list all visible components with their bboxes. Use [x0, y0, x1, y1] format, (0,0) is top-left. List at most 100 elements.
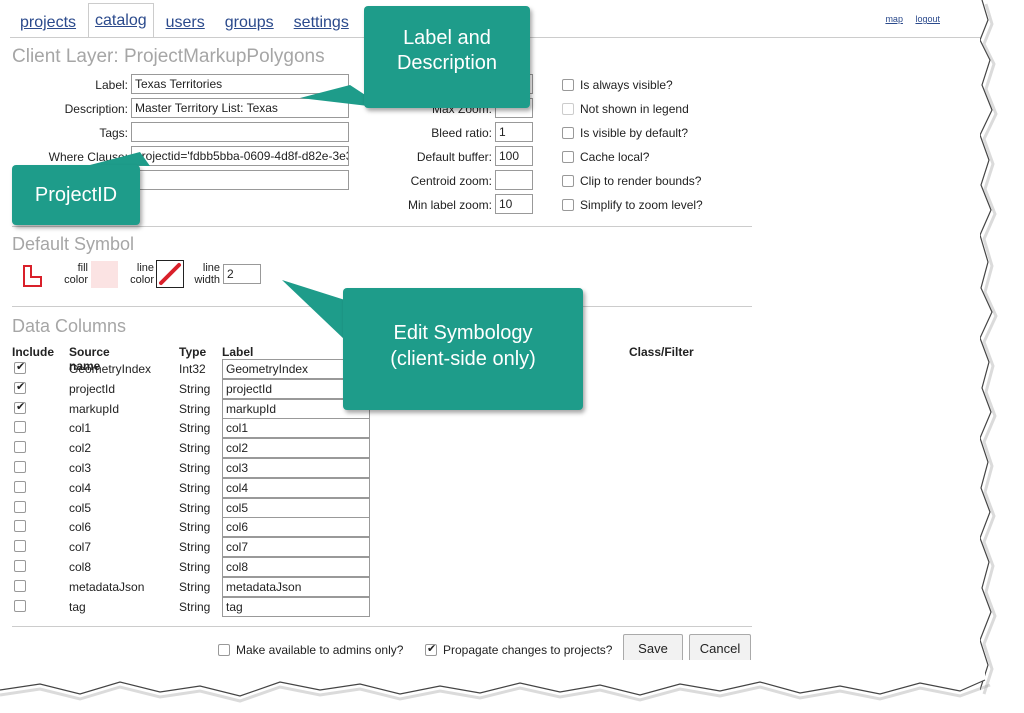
include-checkbox[interactable] [14, 560, 26, 572]
save-button[interactable]: Save [623, 634, 683, 662]
column-label-input[interactable]: col5 [222, 497, 370, 518]
map-link[interactable]: map [885, 14, 903, 24]
include-checkbox[interactable] [14, 461, 26, 473]
column-type: String [179, 599, 211, 614]
page-title: Client Layer: ProjectMarkupPolygons [12, 46, 325, 67]
column-type: String [179, 540, 211, 555]
bleed-ratio-label: Bleed ratio: [431, 126, 492, 140]
centroid-zoom-label: Centroid zoom: [410, 174, 492, 188]
option-label: Clip to render bounds? [580, 174, 702, 188]
centroid-zoom-input[interactable] [495, 170, 533, 190]
callout-text: ProjectID [34, 184, 118, 206]
tab-groups[interactable]: groups [223, 6, 276, 38]
include-checkbox[interactable] [14, 360, 26, 374]
tab-users[interactable]: users [164, 6, 207, 38]
propagate-checkbox[interactable] [425, 642, 437, 656]
logout-link[interactable]: logout [915, 14, 940, 24]
option-label: Is always visible? [580, 78, 673, 92]
include-checkbox[interactable] [14, 480, 26, 493]
column-type: String [179, 500, 211, 515]
option-checkbox[interactable] [562, 79, 574, 91]
default-buffer-input[interactable]: 100 [495, 146, 533, 166]
option-label: Not shown in legend [580, 102, 689, 116]
column-type: String [179, 441, 211, 456]
include-checkbox[interactable] [14, 579, 26, 592]
option-row[interactable]: Simplify to zoom level? [562, 198, 703, 212]
column-label-input[interactable]: col6 [222, 517, 370, 538]
admins-only-checkbox[interactable] [218, 644, 230, 656]
label-description-callout: Label and Description [364, 6, 530, 108]
column-label-input[interactable]: col1 [222, 418, 370, 439]
polygon-symbol-icon [23, 265, 42, 287]
table-row: col5 String col5 [12, 497, 392, 518]
cancel-button[interactable]: Cancel [689, 634, 751, 662]
option-row[interactable]: Clip to render bounds? [562, 174, 701, 188]
column-label-input[interactable]: col7 [222, 537, 370, 558]
column-type: String [179, 560, 211, 574]
line-color-label-line1: line [136, 262, 154, 274]
column-label-input[interactable]: col3 [222, 458, 370, 478]
label-input[interactable]: Texas Territories [131, 74, 349, 94]
admins-only-option[interactable]: Make available to admins only? [218, 643, 403, 657]
min-label-zoom-input[interactable]: 10 [495, 194, 533, 214]
fill-color-label-line2: color [64, 274, 88, 286]
torn-edge-bottom [0, 660, 991, 703]
include-checkbox[interactable] [14, 421, 26, 434]
line-color-swatch[interactable] [156, 260, 184, 288]
line-width-label: line width [186, 262, 220, 286]
option-row[interactable]: Is always visible? [562, 78, 673, 92]
tab-settings[interactable]: settings [292, 6, 351, 38]
line-width-label-line2: width [194, 274, 220, 286]
column-label-input[interactable]: metadataJson [222, 576, 370, 597]
option-row[interactable]: Cache local? [562, 150, 649, 164]
tab-projects[interactable]: projects [18, 6, 78, 38]
table-row: markupIdStringmarkupId [12, 398, 392, 419]
include-checkbox[interactable] [14, 441, 26, 454]
option-checkbox[interactable] [562, 151, 574, 163]
option-row[interactable]: Not shown in legend [562, 102, 689, 116]
top-nav: projectscatalogusersgroupssettingsl [10, 0, 382, 38]
description-input[interactable]: Master Territory List: Texas [131, 98, 349, 118]
bleed-ratio-input[interactable]: 1 [495, 122, 533, 142]
table-row: col1 String col1 [12, 418, 392, 439]
table-row: col7 String col7 [12, 537, 392, 558]
option-checkbox[interactable] [562, 127, 574, 139]
source-name: col5 [69, 500, 92, 515]
tags-input[interactable] [131, 122, 349, 142]
column-label-input[interactable]: col8 [222, 557, 370, 577]
table-row: col2 String col2 [12, 438, 392, 459]
column-label-input[interactable]: tag [222, 596, 370, 617]
include-checkbox[interactable] [14, 599, 26, 612]
propagate-label: Propagate changes to projects? [443, 643, 613, 657]
option-label: Simplify to zoom level? [580, 198, 703, 212]
fill-color-label: fill color [50, 262, 88, 286]
option-row[interactable]: Is visible by default? [562, 126, 688, 140]
label-field-label: Label: [95, 78, 128, 92]
source-name: col4 [69, 480, 92, 495]
col-header-type: Type [179, 345, 207, 359]
include-checkbox[interactable] [14, 540, 26, 553]
col-header-label: Label [222, 345, 254, 359]
column-type: String [179, 381, 211, 396]
option-checkbox[interactable] [562, 199, 574, 211]
column-label-input[interactable]: col4 [222, 477, 370, 498]
col-header-class-filter: Class/Filter [629, 345, 694, 359]
callout-text: Edit Symbology [393, 322, 533, 344]
propagate-option[interactable]: Propagate changes to projects? [425, 642, 613, 657]
line-width-input[interactable]: 2 [223, 264, 261, 284]
column-label-input[interactable]: col2 [222, 438, 370, 459]
column-type: String [179, 461, 211, 475]
where-clause-input[interactable]: projectid='fdbb5bba-0609-4d8f-d82e-3e3 [131, 146, 349, 166]
include-checkbox[interactable] [14, 380, 26, 394]
include-checkbox[interactable] [14, 500, 26, 513]
extra-input[interactable] [131, 170, 349, 190]
option-checkbox[interactable] [562, 175, 574, 187]
include-checkbox[interactable] [14, 520, 26, 533]
tab-catalog[interactable]: catalog [88, 3, 154, 38]
default-symbol-heading: Default Symbol [12, 234, 135, 254]
fill-color-swatch[interactable] [91, 261, 118, 288]
include-checkbox[interactable] [14, 400, 26, 414]
option-checkbox[interactable] [562, 103, 574, 115]
source-name: projectId [69, 381, 116, 396]
where-clause-label: Where Clause: [48, 150, 128, 164]
